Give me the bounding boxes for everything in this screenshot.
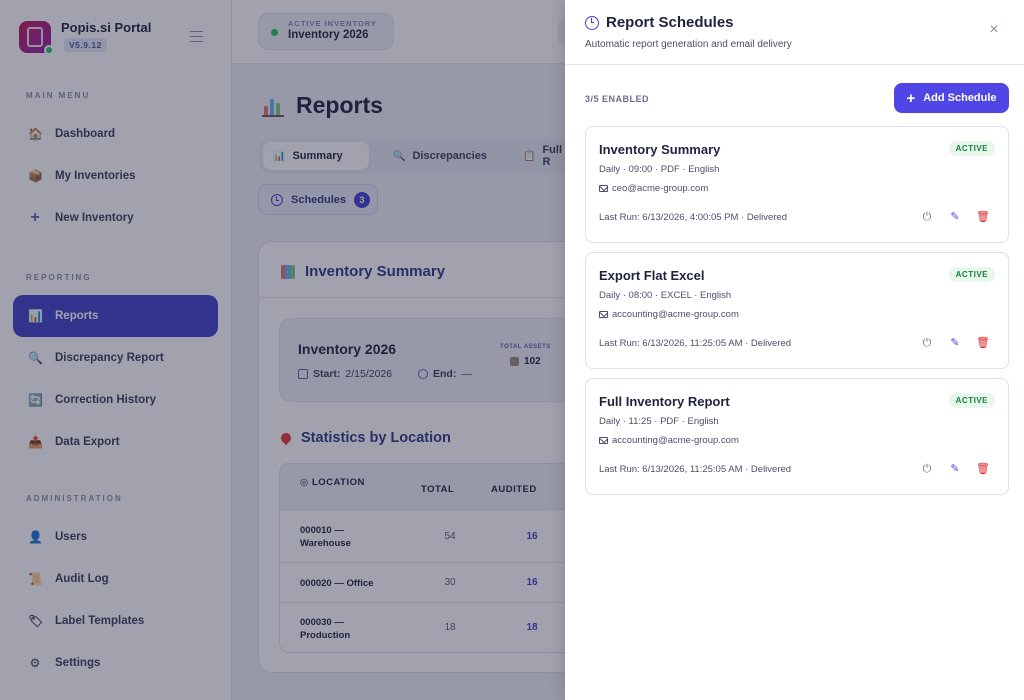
- schedule-meta: Daily · 11:25 · PDF · English: [599, 416, 719, 427]
- schedule-card[interactable]: Full Inventory Report ACTIVE Daily · 11:…: [585, 378, 1009, 495]
- schedule-last-run: Last Run: 6/13/2026, 4:00:05 PM · Delive…: [599, 212, 788, 223]
- schedule-last-run: Last Run: 6/13/2026, 11:25:05 AM · Deliv…: [599, 338, 792, 349]
- add-schedule-button[interactable]: + Add Schedule: [894, 83, 1009, 113]
- close-icon[interactable]: ×: [987, 22, 1001, 38]
- schedule-card[interactable]: Inventory Summary ACTIVE Daily · 09:00 ·…: [585, 126, 1009, 243]
- power-icon[interactable]: ⏻: [920, 336, 934, 350]
- schedule-email: ceo@acme-group.com: [599, 183, 708, 194]
- schedule-meta: Daily · 08:00 · EXCEL · English: [599, 290, 732, 301]
- power-icon[interactable]: ⏻: [920, 462, 934, 476]
- schedule-email: accounting@acme-group.com: [599, 435, 739, 446]
- clock-icon: [585, 15, 599, 30]
- edit-icon[interactable]: ✎: [948, 210, 962, 224]
- trash-icon[interactable]: 🗑: [976, 210, 990, 224]
- trash-icon[interactable]: 🗑: [976, 462, 990, 476]
- mail-icon: [599, 437, 608, 444]
- schedule-meta: Daily · 09:00 · PDF · English: [599, 164, 720, 175]
- trash-icon[interactable]: 🗑: [976, 336, 990, 350]
- enabled-count: 3/5 ENABLED: [585, 94, 650, 104]
- edit-icon[interactable]: ✎: [948, 462, 962, 476]
- status-badge: ACTIVE: [948, 393, 995, 408]
- power-icon[interactable]: ⏻: [920, 210, 934, 224]
- drawer-subtitle: Automatic report generation and email de…: [585, 39, 792, 50]
- mail-icon: [599, 185, 608, 192]
- edit-icon[interactable]: ✎: [948, 336, 962, 350]
- report-schedules-drawer: Report Schedules Automatic report genera…: [565, 0, 1024, 700]
- schedule-email: accounting@acme-group.com: [599, 309, 739, 320]
- mail-icon: [599, 311, 608, 318]
- schedule-card[interactable]: Export Flat Excel ACTIVE Daily · 08:00 ·…: [585, 252, 1009, 369]
- drawer-title: Report Schedules: [585, 14, 734, 31]
- schedule-last-run: Last Run: 6/13/2026, 11:25:05 AM · Deliv…: [599, 464, 792, 475]
- status-badge: ACTIVE: [948, 267, 995, 282]
- status-badge: ACTIVE: [948, 141, 995, 156]
- plus-icon: +: [906, 89, 916, 107]
- schedule-name: Export Flat Excel: [599, 268, 705, 283]
- schedule-name: Full Inventory Report: [599, 394, 730, 409]
- schedule-name: Inventory Summary: [599, 142, 721, 157]
